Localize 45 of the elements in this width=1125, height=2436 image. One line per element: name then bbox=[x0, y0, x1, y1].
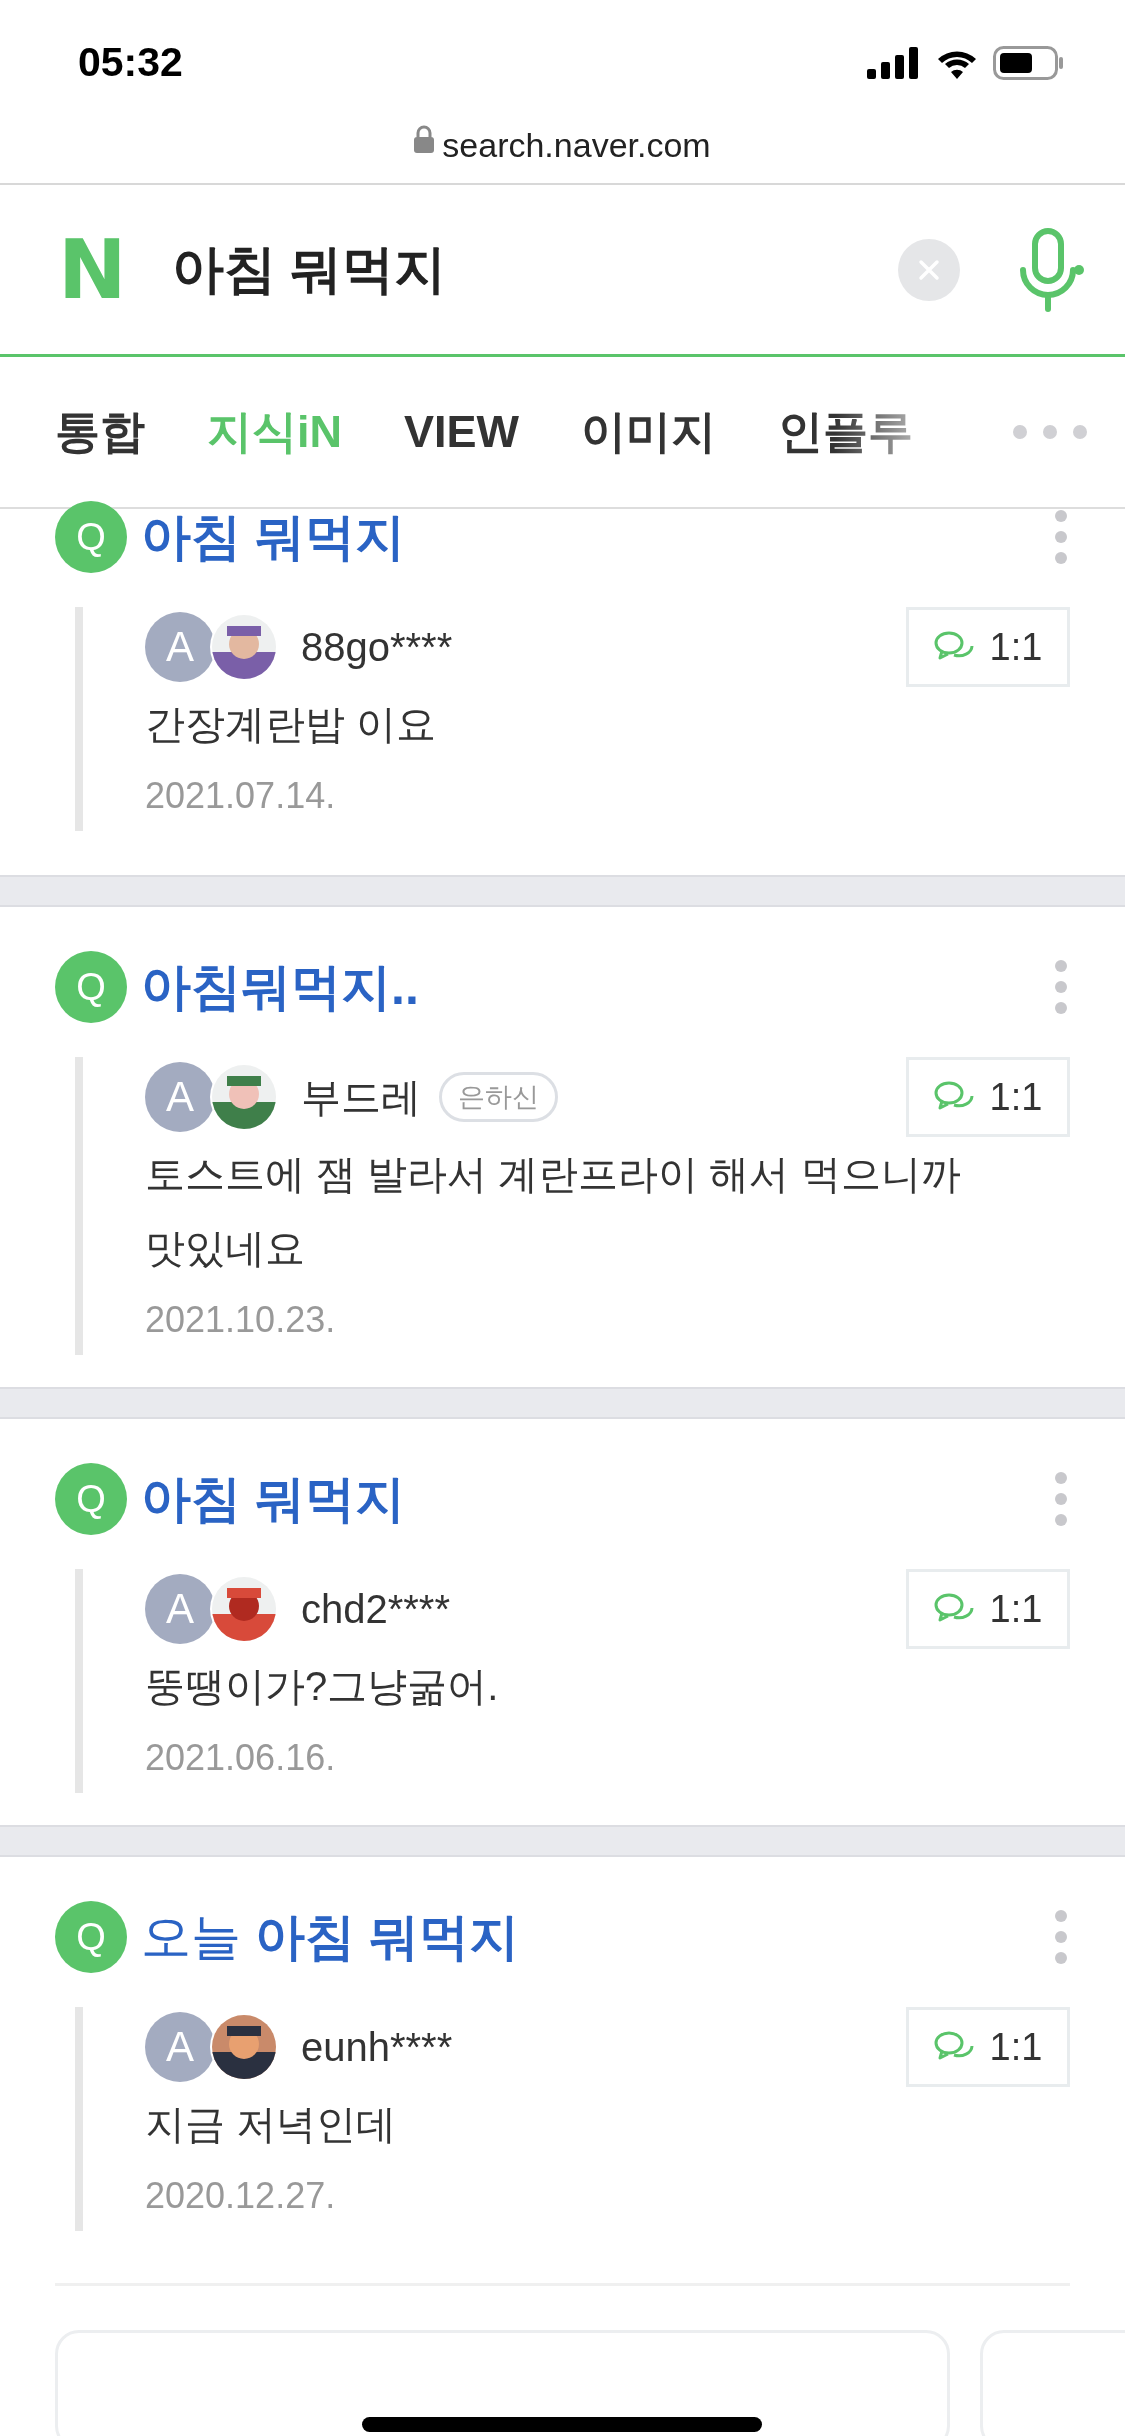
answer-date: 2021.06.16. bbox=[145, 1736, 337, 1780]
chat-button[interactable]: 1:1 bbox=[906, 1569, 1070, 1649]
clear-icon[interactable] bbox=[898, 238, 960, 301]
status-time: 05:32 bbox=[78, 39, 183, 86]
user-name[interactable]: eunh**** bbox=[301, 2024, 453, 2070]
signal-icon bbox=[867, 46, 921, 79]
answer-text: 토스트에 잼 발라서 계란프라이 해서 먹으니까 맛있네요 bbox=[145, 1151, 962, 1272]
question-icon: Q bbox=[55, 1463, 127, 1535]
answer-text: 지금 저녁인데 bbox=[145, 2101, 398, 2148]
chat-button[interactable]: 1:1 bbox=[906, 2007, 1070, 2087]
search-field[interactable]: 아침 뭐먹지 bbox=[172, 234, 898, 305]
question-icon: Q bbox=[55, 501, 127, 573]
more-options-icon[interactable] bbox=[1054, 509, 1068, 565]
search-tab[interactable]: 이미지 bbox=[581, 402, 716, 462]
chat-button[interactable]: 1:1 bbox=[906, 1057, 1070, 1137]
question-title[interactable]: 아침 뭐먹지 bbox=[141, 503, 1054, 571]
more-options-icon[interactable] bbox=[1054, 1471, 1068, 1527]
question-icon: Q bbox=[55, 951, 127, 1023]
avatar-letter: A bbox=[145, 1574, 215, 1644]
search-tab[interactable]: 통합 bbox=[55, 402, 145, 462]
more-options-icon[interactable] bbox=[1054, 959, 1068, 1015]
answer-text: 뚱땡이가?그냥굶어. bbox=[145, 1663, 500, 1710]
search-tab[interactable]: VIEW bbox=[404, 406, 519, 458]
user-name[interactable]: chd2**** bbox=[301, 1586, 450, 1632]
user-name[interactable]: 부드레 bbox=[301, 1069, 421, 1125]
question-title[interactable]: 오늘 아침 뭐먹지 bbox=[141, 1903, 1054, 1971]
more-icon[interactable] bbox=[1010, 422, 1090, 442]
chat-button[interactable]: 1:1 bbox=[906, 607, 1070, 687]
lock-icon bbox=[414, 125, 435, 153]
avatar-letter: A bbox=[145, 1062, 215, 1132]
answer-date: 2020.12.27. bbox=[145, 2174, 337, 2218]
answer-date: 2021.07.14. bbox=[145, 774, 337, 818]
search-tab[interactable]: 인플루 bbox=[778, 402, 913, 462]
user-badge: 은하신 bbox=[439, 1072, 558, 1122]
question-title[interactable]: 아침뭐먹지.. bbox=[141, 953, 1054, 1021]
question-icon: Q bbox=[55, 1901, 127, 1973]
answer-date: 2021.10.23. bbox=[145, 1298, 337, 1342]
avatar-letter: A bbox=[145, 612, 215, 682]
question-title[interactable]: 아침 뭐먹지 bbox=[141, 1465, 1054, 1533]
url-text[interactable]: search.naver.com bbox=[442, 125, 711, 165]
avatar-letter: A bbox=[145, 2012, 215, 2082]
user-name[interactable]: 88go**** bbox=[301, 624, 453, 670]
battery-icon bbox=[993, 45, 1065, 80]
answer-text: 간장계란밥 이요 bbox=[145, 701, 438, 748]
more-options-icon[interactable] bbox=[1054, 1909, 1068, 1965]
